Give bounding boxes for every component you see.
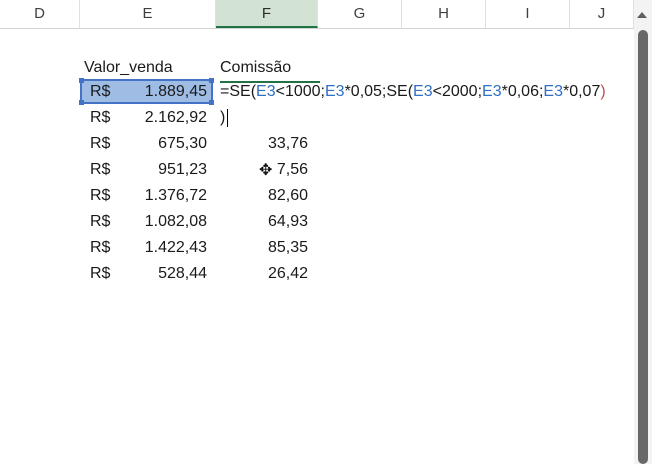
currency-symbol[interactable]: R$ [90,209,110,235]
column-header-h[interactable]: H [402,0,486,28]
comissao-cell[interactable]: 33,76 [220,131,308,157]
valor-cell[interactable]: 528,44 [110,261,207,287]
comissao-cell[interactable]: 26,42 [220,261,308,287]
currency-symbol[interactable]: R$ [90,157,110,183]
currency-symbol[interactable]: R$ [90,261,110,287]
formula-ref: E3 [543,83,563,100]
valor-cell[interactable]: 1.889,45 [110,79,207,105]
scrollbar-thumb[interactable] [638,30,648,464]
valor-cell[interactable]: 2.162,92 [110,105,207,131]
move-cursor-icon: ✥ [259,162,273,179]
text-caret [227,108,229,127]
valor-cell[interactable]: 951,23 [110,157,207,183]
currency-symbol[interactable]: R$ [90,131,110,157]
valor-cell[interactable]: 1.082,08 [110,209,207,235]
column-header-d[interactable]: D [0,0,80,28]
vertical-scrollbar[interactable] [634,0,652,464]
formula-text: <2000; [432,83,483,100]
formula-text: <1000; [275,83,325,100]
formula-ref: E3 [324,83,345,100]
formula-ref: E3 [256,83,276,100]
currency-symbol[interactable]: R$ [90,235,110,261]
valor-cell[interactable]: 1.422,43 [110,235,207,261]
formula-text: *0,05;SE( [344,83,414,100]
formula-text: *0,06; [501,83,544,100]
column-header-i[interactable]: I [486,0,570,28]
formula-ref: E3 [413,83,433,100]
column-header-f[interactable]: F [216,0,318,28]
column-header-j[interactable]: J [570,0,634,28]
formula-text: ) [220,109,226,126]
formula-ref: E3 [482,83,502,100]
formula-editor-line2[interactable]: ) [220,105,229,131]
comissao-cell[interactable]: 64,93 [220,209,308,235]
comissao-cell[interactable]: 82,60 [220,183,308,209]
valor-cell[interactable]: 675,30 [110,131,207,157]
currency-symbol[interactable]: R$ [90,79,110,105]
formula-text: =SE( [220,83,257,100]
formula-editor[interactable]: =SE(E3<1000;E3*0,05;SE(E3<2000;E3*0,06;E… [220,79,606,105]
formula-paren: ) [600,83,606,100]
column-header-bar: D E F G H I J [0,0,652,29]
column-header-g[interactable]: G [318,0,402,28]
currency-symbol[interactable]: R$ [90,183,110,209]
currency-symbol[interactable]: R$ [90,105,110,131]
column-header-e[interactable]: E [80,0,216,28]
formula-text: *0,07 [562,83,601,100]
valor-cell[interactable]: 1.376,72 [110,183,207,209]
scroll-up-arrow-icon[interactable] [637,12,647,18]
comissao-cell[interactable]: 85,35 [220,235,308,261]
